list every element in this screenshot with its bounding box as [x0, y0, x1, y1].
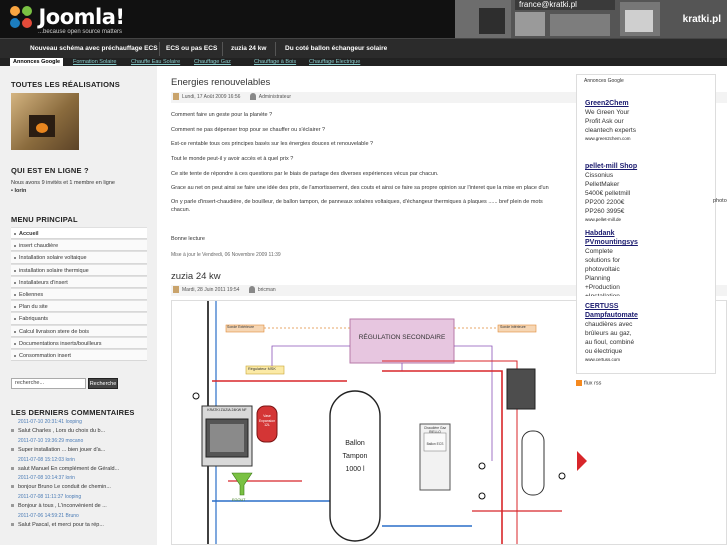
user-icon [249, 93, 256, 101]
menu-item-solaire-voltaique[interactable]: Installation solaire voltaique [11, 251, 147, 264]
sonde-ext-label: Sonde Extérieure [227, 325, 255, 329]
rss-label: flux rss [584, 380, 602, 387]
article-author: bricman [257, 287, 276, 293]
site-header: Joomla! ...because open source matters f… [0, 0, 727, 38]
main-menu: Accueil insert chaudière Installation so… [11, 227, 147, 362]
menu-item-plan-du-site[interactable]: Plan du site [11, 300, 147, 313]
nav-item-nouveau-schema[interactable]: Nouveau schéma avec préchauffage ECS [30, 39, 158, 59]
ad-item[interactable]: Habdank PVmountingsys Complete solutions… [585, 229, 715, 296]
banner-brand: kratki.pl [682, 14, 721, 25]
article-paragraph: Bonne lecture [171, 236, 205, 242]
article-updated: Mise à jour le Vendredi, 06 Novembre 200… [171, 252, 281, 258]
realisations-heading: TOUTES LES RÉALISATIONS [11, 80, 120, 89]
comment-item[interactable]: 2011-07-06 14:59:21 Bruno Salut Pascal, e… [11, 513, 151, 532]
vase-label: Vase Expansion 12L [258, 414, 276, 427]
search-input[interactable]: recherche... [11, 378, 86, 389]
regulateur-label: Régulateur MSK [248, 367, 276, 371]
google-ads-box: Annonces Google Green2Chem We Green Your… [576, 74, 716, 374]
online-member[interactable]: • Iorin [11, 188, 26, 194]
nav-item-ecs[interactable]: ECS ou pas ECS [166, 39, 217, 59]
comment-item[interactable]: 2011-07-10 20:31:41 Iooping Salut Charles… [11, 419, 151, 438]
user-icon [248, 286, 255, 294]
joomla-logo-icon [8, 4, 34, 30]
article-title[interactable]: zuzia 24 kw [171, 271, 221, 282]
nav-divider [275, 42, 276, 56]
ads-label: Annonces Google [584, 78, 624, 84]
ad-link[interactable]: Chauffage à Bois [254, 58, 296, 66]
main-menu-heading: MENU PRINCIPAL [11, 215, 78, 224]
menu-item-consommation[interactable]: Consommation insert [11, 348, 147, 362]
menu-item-calcul-livraison[interactable]: Calcul livraison stere de bois [11, 324, 147, 337]
logo-tagline: ...because open source matters [38, 29, 123, 35]
comment-item[interactable]: 2011-07-08 11:11:37 Iooping Bonjour à tou… [11, 494, 151, 513]
article-paragraph: Est-ce rentable tous ces principes basés… [171, 141, 374, 147]
menu-item-documentations[interactable]: Documentations inserts/bouilleurs [11, 336, 147, 349]
ballon-label-2: Tampon [342, 453, 368, 460]
comment-item[interactable]: 2011-07-08 15:12:03 lorin salut Manuel En… [11, 457, 151, 476]
nav-item-ballon-solaire[interactable]: Du coté ballon échangeur solaire [285, 39, 387, 59]
insert-label: KRATKI ZUZIA 24KW NF [207, 408, 247, 412]
article-paragraph: chacun. [171, 207, 191, 213]
ad-item[interactable]: CERTUSS Dampfautomate chaudières avec br… [585, 302, 715, 363]
menu-item-insert-chaudiere[interactable]: insert chaudière [11, 239, 147, 252]
chaudiere-label: Chaudière Gaz RIELLO [423, 426, 447, 434]
calendar-icon [173, 286, 179, 294]
regulation-label: RÉGULATION SECONDAIRE [358, 334, 446, 341]
latest-comments: 2011-07-10 20:31:41 Iooping Salut Charles… [11, 419, 151, 532]
article-paragraph: Comment faire un geste pour la planète ? [171, 112, 273, 118]
menu-item-fabriquants[interactable]: Fabriquants [11, 312, 147, 325]
photo-overflow-text: photo [713, 198, 727, 204]
article-title[interactable]: Energies renouvelables [171, 77, 270, 88]
ballon-capacity: 1000 l [345, 466, 365, 473]
article-paragraph: Tout le monde peut-il y avoir accès et à… [171, 156, 294, 162]
menu-item-solaire-thermique[interactable]: installation solaire thermique [11, 263, 147, 276]
online-heading: QUI EST EN LIGNE ? [11, 166, 89, 175]
article-date: Mardi, 28 Juin 2011 19:54 [182, 287, 240, 293]
nav-divider [159, 42, 160, 56]
search-button[interactable]: Recherche [88, 378, 118, 389]
header-banner-ad[interactable]: france@kratki.pl kratki.pl [455, 0, 727, 38]
logo-name: Joomla! [38, 5, 125, 29]
ad-link[interactable]: Chauffage Electrique [309, 58, 360, 66]
rss-link[interactable]: flux rss [576, 380, 601, 386]
comment-item[interactable]: 2011-07-10 19:36:29 mocano Super installa… [11, 438, 151, 457]
article-paragraph: On y parle d'insert-chaudière, de bouill… [171, 199, 543, 205]
sonde-int-label: Sonde intérieure [500, 325, 526, 329]
article-date: Lundi, 17 Août 2009 16:56 [182, 94, 241, 100]
menu-item-accueil[interactable]: Accueil [11, 227, 147, 240]
nav-item-zuzia[interactable]: zuzia 24 kw [231, 39, 266, 59]
ballon-label: Ballon [345, 440, 365, 447]
rss-icon [576, 380, 582, 386]
ad-links-label: Annonces Google [10, 58, 64, 66]
online-text: Nous avons 9 invités et 1 membre en lign… [11, 180, 115, 186]
ad-link[interactable]: Chauffage Gaz [194, 58, 231, 66]
article-author: Administrateur [258, 94, 292, 100]
comment-item[interactable]: 2011-07-08 10:14:37 lorin bonjour Bruno L… [11, 475, 151, 494]
top-navigation: Nouveau schéma avec préchauffage ECS ECS… [0, 38, 727, 58]
article-paragraph: Ce site tente de répondre à ces question… [171, 171, 439, 177]
egout-label: EGOUT [232, 498, 246, 502]
article-paragraph: Comment ne pas dépenser trop pour se cha… [171, 127, 326, 133]
menu-item-installateurs[interactable]: Installateurs d'insert [11, 275, 147, 288]
comments-heading: LES DERNIERS COMMENTAIRES [11, 408, 135, 417]
nav-divider [222, 42, 223, 56]
ad-item[interactable]: Green2Chem We Green Your Profit Ask our … [585, 99, 715, 142]
banner-email: france@kratki.pl [515, 0, 615, 10]
ad-link[interactable]: Formation Solaire [73, 58, 116, 66]
realisation-photo[interactable] [11, 93, 79, 150]
ballon-ecs-label: Ballon ECS [426, 442, 444, 446]
calendar-icon [173, 93, 179, 101]
article-paragraph: Grace au net on peut ainsi se faire une … [171, 185, 549, 191]
joomla-logo[interactable]: Joomla! ...because open source matters [8, 4, 125, 35]
menu-item-eoliennes[interactable]: Eoliennes [11, 287, 147, 301]
ad-item[interactable]: pellet-mill Shop Cissonius PelletMaker 5… [585, 162, 715, 223]
ad-links-bar: Annonces Google Formation Solaire Chauff… [0, 58, 727, 66]
sidebar: TOUTES LES RÉALISATIONS QUI EST EN LIGNE… [0, 66, 157, 545]
ad-link[interactable]: Chauffe Eau Solaire [131, 58, 180, 66]
